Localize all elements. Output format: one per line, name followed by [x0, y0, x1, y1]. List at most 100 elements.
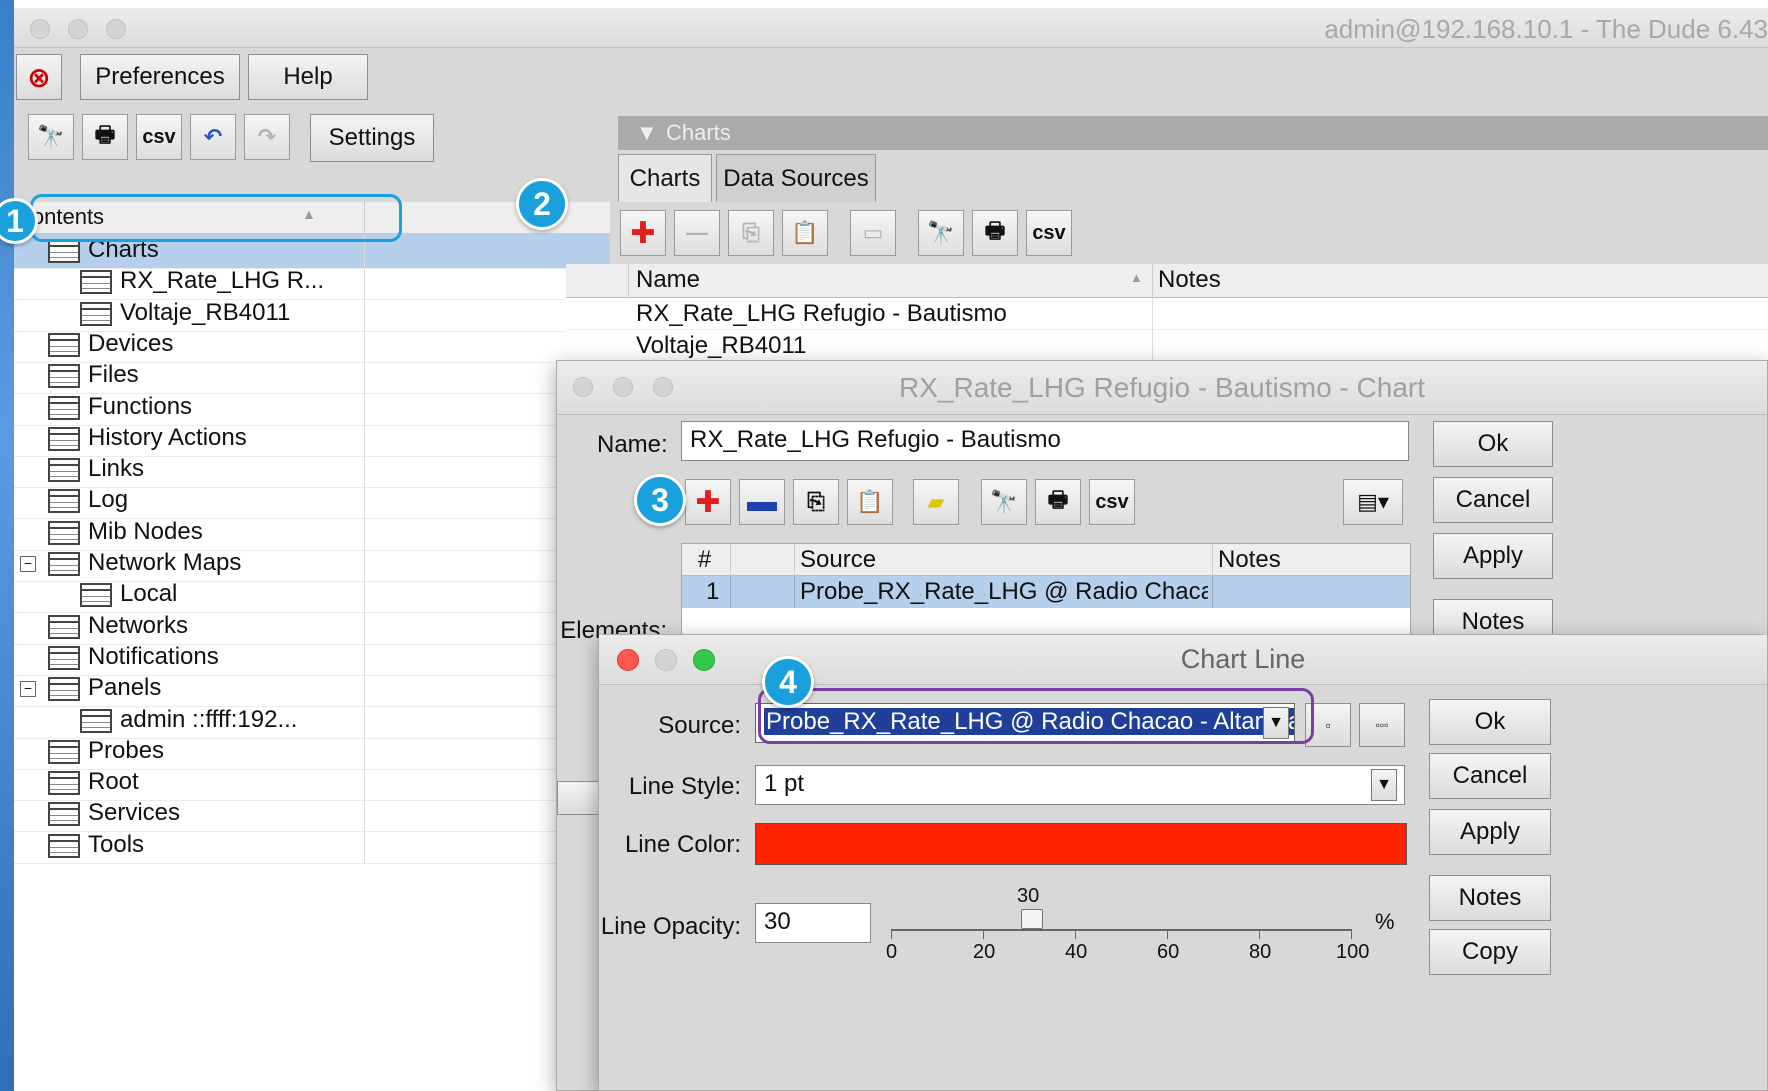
chart-ok-button[interactable]: Ok — [1433, 421, 1553, 467]
column-notes[interactable]: Notes — [1158, 266, 1221, 294]
table-icon — [48, 458, 80, 483]
column-notes[interactable]: Notes — [1218, 546, 1281, 574]
dialog-minimize-button[interactable] — [655, 649, 677, 671]
dialog-close-button[interactable] — [617, 649, 639, 671]
tree-item[interactable]: Root — [14, 766, 610, 802]
tree-item[interactable]: Notifications — [14, 640, 610, 676]
line-copy-button[interactable]: Copy — [1429, 929, 1551, 975]
settings-button[interactable]: Settings — [310, 114, 434, 162]
tree-item[interactable]: Functions — [14, 390, 610, 426]
add-chart-button[interactable]: ✚ — [620, 210, 666, 256]
remove-chart-button[interactable]: — — [674, 210, 720, 256]
tree-item[interactable]: Mib Nodes — [14, 515, 610, 551]
tree-item[interactable]: Devices — [14, 327, 610, 363]
undo-button[interactable]: ↶ — [190, 114, 236, 160]
tree-item[interactable]: Local — [14, 578, 610, 614]
source-browse-button[interactable]: ▫▫▫ — [1359, 703, 1405, 747]
close-window-button[interactable] — [30, 19, 50, 39]
chart-apply-button[interactable]: Apply — [1433, 533, 1553, 579]
main-window: admin@192.168.10.1 - The Dude 6.43 ⊗ Pre… — [0, 8, 1768, 1091]
paste-icon: 📋 — [791, 220, 819, 245]
columns-menu-button[interactable]: ▤▾ — [1343, 479, 1403, 525]
tab-data-sources[interactable]: Data Sources — [716, 154, 876, 202]
csv-chart-button[interactable]: csv — [1026, 210, 1072, 256]
dialog-zoom-button[interactable] — [653, 377, 673, 397]
callout-ring-charts — [30, 194, 402, 242]
table-row[interactable]: 1 Probe_RX_Rate_LHG @ Radio Chaca... — [682, 576, 1410, 608]
note-icon: ▭ — [862, 220, 884, 245]
column-number[interactable]: # — [698, 546, 711, 574]
help-button[interactable]: Help — [248, 54, 368, 100]
chart-cancel-button[interactable]: Cancel — [1433, 477, 1553, 523]
dialog-close-button[interactable] — [573, 377, 593, 397]
collapse-icon[interactable]: ▼ — [636, 120, 658, 146]
tree-item[interactable]: Files — [14, 359, 610, 395]
paste-chart-button[interactable]: 📋 — [782, 210, 828, 256]
line-opacity-label: Line Opacity: — [600, 913, 741, 940]
csv-button[interactable]: csv — [136, 114, 182, 160]
line-cancel-button[interactable]: Cancel — [1429, 753, 1551, 799]
tree-collapse-toggle[interactable]: − — [20, 556, 36, 572]
callout-ring-source — [758, 688, 1314, 744]
find-chart-button[interactable]: 🔭 — [918, 210, 964, 256]
tree-item[interactable]: Links — [14, 453, 610, 489]
charts-list-header: Name ▲ Notes — [566, 264, 1768, 298]
print-button[interactable]: 🖶 — [82, 114, 128, 160]
tree-item[interactable]: Services — [14, 797, 610, 833]
tree-item[interactable]: Voltaje_RB4011 — [14, 296, 610, 332]
redo-button[interactable]: ↷ — [244, 114, 290, 160]
line-color-label: Line Color: — [624, 831, 741, 858]
callout-3: 3 — [634, 474, 686, 526]
slider-thumb[interactable] — [1021, 909, 1043, 929]
title-bar: admin@192.168.10.1 - The Dude 6.43 — [14, 8, 1768, 48]
find-element-button[interactable]: 🔭 — [981, 479, 1027, 525]
table-row[interactable]: Voltaje_RB4011 — [566, 330, 1768, 362]
minimize-window-button[interactable] — [68, 19, 88, 39]
tree-item[interactable]: Networks — [14, 609, 610, 645]
tree-collapse-toggle[interactable]: − — [20, 681, 36, 698]
find-button[interactable]: 🔭 — [28, 114, 74, 160]
element-source-cell: Probe_RX_Rate_LHG @ Radio Chaca... — [800, 578, 1208, 605]
column-source[interactable]: Source — [800, 546, 876, 574]
preferences-button[interactable]: Preferences — [80, 54, 240, 100]
paste-element-button[interactable]: 📋 — [847, 479, 893, 525]
line-color-swatch[interactable] — [755, 823, 1407, 865]
dialog-minimize-button[interactable] — [613, 377, 633, 397]
opacity-slider[interactable]: 30 0 20 40 60 80 100 % — [886, 885, 1395, 965]
line-apply-button[interactable]: Apply — [1429, 809, 1551, 855]
csv-element-button[interactable]: csv — [1089, 479, 1135, 525]
tree-item[interactable]: Tools — [14, 828, 610, 864]
printer-icon: 🖶 — [1047, 487, 1069, 512]
chart-name-field[interactable]: RX_Rate_LHG Refugio - Bautismo — [681, 421, 1409, 461]
tree-item[interactable]: − Panels — [14, 672, 610, 708]
copy-chart-button[interactable]: ⎘ — [728, 210, 774, 256]
tree-item[interactable]: History Actions — [14, 421, 610, 457]
line-notes-button[interactable]: Notes — [1429, 875, 1551, 921]
line-opacity-field[interactable]: 30 — [755, 903, 871, 943]
print-element-button[interactable]: 🖶 — [1035, 479, 1081, 525]
tree-item[interactable]: RX_Rate_LHG R... — [14, 265, 610, 301]
table-row[interactable]: RX_Rate_LHG Refugio - Bautismo — [566, 298, 1768, 330]
line-ok-button[interactable]: Ok — [1429, 699, 1551, 745]
chart-dialog-title: RX_Rate_LHG Refugio - Bautismo - Chart — [899, 371, 1425, 403]
tree-item[interactable]: Log — [14, 484, 610, 520]
tree-item-label: RX_Rate_LHG R... — [120, 267, 325, 295]
tree-item[interactable]: − Network Maps — [14, 547, 610, 582]
remove-element-button[interactable]: ▬ — [739, 479, 785, 525]
disconnect-button[interactable]: ⊗ — [16, 54, 62, 100]
tab-charts[interactable]: Charts — [618, 154, 712, 202]
add-element-button[interactable]: ✚ — [685, 479, 731, 525]
zoom-window-button[interactable] — [106, 19, 126, 39]
tree-item[interactable]: Probes — [14, 734, 610, 770]
tree-item[interactable]: admin ::ffff:192... — [14, 703, 610, 739]
source-label: Source: — [658, 712, 741, 739]
print-chart-button[interactable]: 🖶 — [972, 210, 1018, 256]
line-style-select[interactable]: 1 pt — [755, 765, 1405, 805]
table-icon — [48, 739, 80, 764]
note-element-button[interactable]: ▰ — [913, 479, 959, 525]
copy-element-button[interactable]: ⎘ — [793, 479, 839, 525]
dialog-zoom-button[interactable] — [693, 649, 715, 671]
line-style-dropdown-button[interactable]: ▼ — [1371, 769, 1397, 801]
note-chart-button[interactable]: ▭ — [850, 210, 896, 256]
column-name[interactable]: Name — [636, 266, 700, 294]
